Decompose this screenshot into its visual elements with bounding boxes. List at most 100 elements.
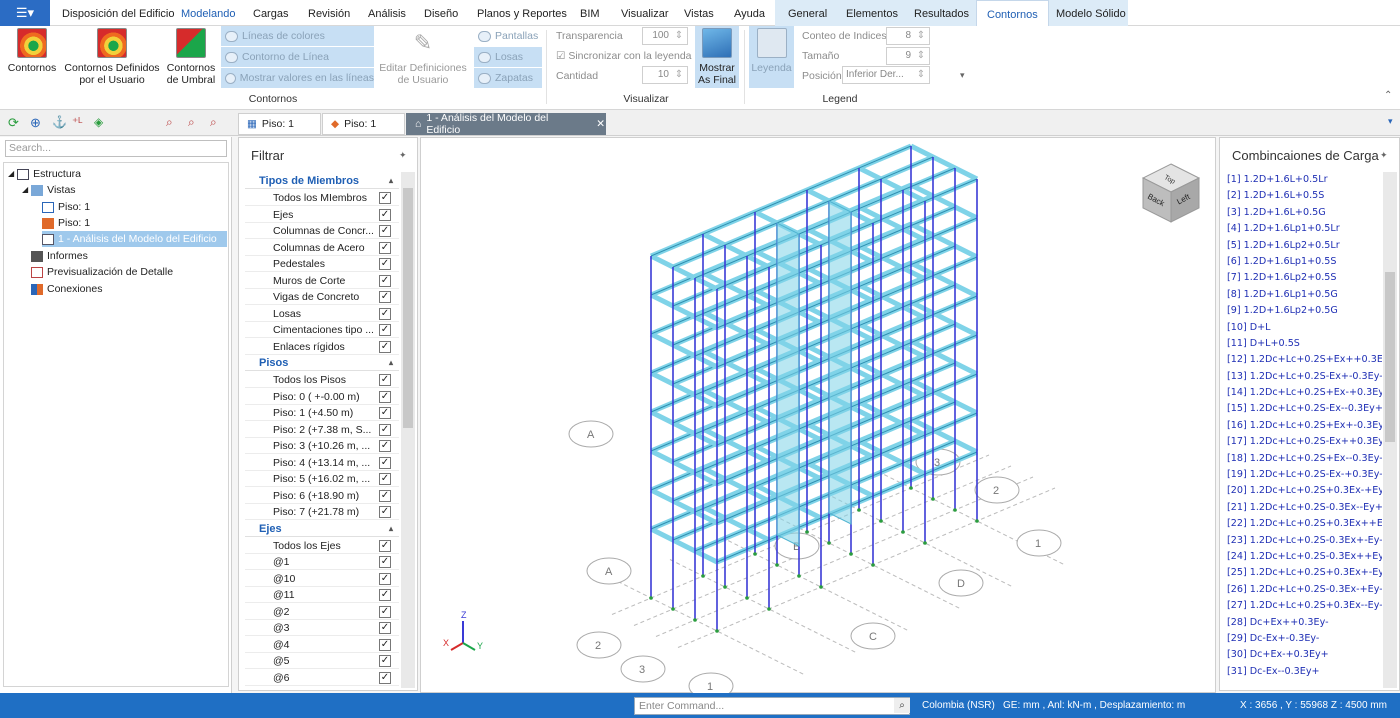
combination-item[interactable]: [25] 1.2Dc+Lc+0.2S+0.3Ex+-Ey+: [1224, 565, 1382, 581]
editar-definiciones-button[interactable]: ✎ Editar Definiciones de Usuario: [378, 28, 468, 86]
filter-checkbox[interactable]: ✓: [379, 407, 391, 419]
command-input[interactable]: Enter Command...: [634, 697, 910, 715]
combination-item[interactable]: [16] 1.2Dc+Lc+0.2S+Ex+-0.3Ey+: [1224, 418, 1382, 434]
tab-piso1-plan[interactable]: ▦ Piso: 1: [238, 113, 321, 135]
combination-item[interactable]: [5] 1.2D+1.6Lp2+0.5Lr: [1224, 238, 1382, 254]
tab-contornos[interactable]: Contornos: [976, 0, 1049, 26]
tree-node-analisis[interactable]: 1 - Análisis del Modelo del Edificio: [42, 231, 227, 247]
filter-checkbox[interactable]: ✓: [379, 291, 391, 303]
cantidad-input[interactable]: 10: [642, 66, 688, 84]
target-icon[interactable]: ◈: [94, 115, 103, 129]
combination-item[interactable]: [14] 1.2Dc+Lc+0.2S+Ex-+0.3Ey+: [1224, 385, 1382, 401]
combination-item[interactable]: [13] 1.2Dc+Lc+0.2S-Ex+-0.3Ey-: [1224, 369, 1382, 385]
filter-checkbox[interactable]: ✓: [379, 324, 391, 336]
tree-node-conexiones[interactable]: Conexiones: [31, 281, 102, 297]
filter-checkbox[interactable]: ✓: [379, 374, 391, 386]
tab-list-chevron-icon[interactable]: ▾: [1388, 116, 1393, 127]
filter-checkbox[interactable]: ✓: [379, 655, 391, 667]
combination-item[interactable]: [10] D+L: [1224, 320, 1382, 336]
combination-item[interactable]: [9] 1.2D+1.6Lp2+0.5G: [1224, 303, 1382, 319]
contorno-linea-toggle[interactable]: Contorno de Línea: [221, 47, 374, 67]
filter-checkbox[interactable]: ✓: [379, 473, 391, 485]
collapse-chevron-icon[interactable]: ▴: [389, 173, 393, 189]
combination-item[interactable]: [12] 1.2Dc+Lc+0.2S+Ex++0.3Ey-: [1224, 352, 1382, 368]
tamano-input[interactable]: 9: [886, 47, 930, 65]
filter-checkbox[interactable]: ✓: [379, 208, 391, 221]
filter-checkbox[interactable]: ✓: [379, 572, 391, 585]
tab-piso1-3d[interactable]: ◆ Piso: 1: [322, 113, 405, 135]
combination-item[interactable]: [28] Dc+Ex++0.3Ey-: [1224, 615, 1382, 631]
filter-checkbox[interactable]: ✓: [379, 456, 391, 469]
refresh-icon[interactable]: ⟳: [8, 115, 19, 131]
ribbon-expand-icon[interactable]: ▾: [960, 70, 965, 81]
tab-modelo-solido[interactable]: Modelo Sólido: [1056, 0, 1126, 26]
filter-scroll-thumb[interactable]: [403, 188, 413, 428]
combination-item[interactable]: [11] D+L+0.5S: [1224, 336, 1382, 352]
filter-checkbox[interactable]: ✓: [379, 671, 391, 684]
combination-item[interactable]: [18] 1.2Dc+Lc+0.2S+Ex--0.3Ey-: [1224, 451, 1382, 467]
tab-planos[interactable]: Planos y Reportes: [477, 0, 567, 26]
tab-resultados[interactable]: Resultados: [914, 0, 969, 26]
tab-visualizar[interactable]: Visualizar: [621, 0, 669, 26]
filter-checkbox[interactable]: ✓: [379, 506, 391, 518]
combination-item[interactable]: [4] 1.2D+1.6Lp1+0.5Lr: [1224, 221, 1382, 237]
combination-item[interactable]: [29] Dc-Ex+-0.3Ey-: [1224, 631, 1382, 647]
combination-item[interactable]: [1] 1.2D+1.6L+0.5Lr: [1224, 172, 1382, 188]
globe-icon[interactable]: ⊕: [30, 115, 41, 131]
tab-diseno[interactable]: Diseño: [424, 0, 458, 26]
combination-item[interactable]: [23] 1.2Dc+Lc+0.2S-0.3Ex+-Ey-: [1224, 533, 1382, 549]
model-viewport[interactable]: AABCD123231 Top Back Left Z X Y: [420, 137, 1216, 700]
transparencia-input[interactable]: 100: [642, 27, 688, 45]
combination-item[interactable]: [24] 1.2Dc+Lc+0.2S-0.3Ex++Ey+: [1224, 549, 1382, 565]
zapatas-toggle[interactable]: Zapatas: [474, 68, 542, 88]
combination-item[interactable]: [22] 1.2Dc+Lc+0.2S+0.3Ex++Ey-: [1224, 516, 1382, 532]
combination-item[interactable]: [6] 1.2D+1.6Lp1+0.5S: [1224, 254, 1382, 270]
combination-item[interactable]: [7] 1.2D+1.6Lp2+0.5S: [1224, 270, 1382, 286]
filter-checkbox[interactable]: ✓: [379, 539, 391, 552]
combination-item[interactable]: [31] Dc-Ex--0.3Ey+: [1224, 664, 1382, 680]
combinations-scrollbar[interactable]: [1383, 172, 1397, 688]
leyenda-button[interactable]: Leyenda: [749, 26, 794, 88]
tab-bim[interactable]: BIM: [580, 0, 600, 26]
close-icon[interactable]: ✕: [596, 118, 605, 130]
contornos-umbral-button[interactable]: Contornos de Umbral: [164, 28, 218, 86]
filter-checkbox[interactable]: ✓: [379, 638, 391, 651]
filter-checkbox[interactable]: ✓: [379, 589, 391, 601]
pantallas-toggle[interactable]: Pantallas: [474, 26, 542, 46]
combination-item[interactable]: [21] 1.2Dc+Lc+0.2S-0.3Ex--Ey+: [1224, 500, 1382, 516]
filter-checkbox[interactable]: ✓: [379, 274, 391, 287]
filter-checkbox[interactable]: ✓: [379, 390, 391, 403]
filter-checkbox[interactable]: ✓: [379, 192, 391, 204]
combination-item[interactable]: [20] 1.2Dc+Lc+0.2S+0.3Ex-+Ey+: [1224, 483, 1382, 499]
axes-icon[interactable]: ⁺ᴸ: [72, 115, 83, 129]
tab-modelando[interactable]: Modelando: [181, 0, 235, 26]
combination-item[interactable]: [19] 1.2Dc+Lc+0.2S-Ex-+0.3Ey-: [1224, 467, 1382, 483]
filter-section-eje[interactable]: Ejes ▴: [245, 521, 399, 537]
tree-node-piso1-3d[interactable]: Piso: 1: [42, 215, 90, 231]
combinations-scroll-thumb[interactable]: [1385, 272, 1395, 442]
filter-checkbox[interactable]: ✓: [379, 340, 391, 353]
zoom-in-icon[interactable]: ⌕: [166, 115, 173, 130]
combination-item[interactable]: [26] 1.2Dc+Lc+0.2S-0.3Ex-+Ey-: [1224, 582, 1382, 598]
filter-checkbox[interactable]: ✓: [379, 241, 391, 254]
tab-general[interactable]: General: [788, 0, 827, 26]
zoom-fit-icon[interactable]: ⌕: [210, 115, 217, 130]
filter-section-piso[interactable]: Pisos ▴: [245, 355, 399, 371]
mostrar-valores-toggle[interactable]: Mostrar valores en las líneas: [221, 68, 374, 88]
tree-node-vistas[interactable]: ◢ Vistas: [22, 182, 76, 198]
conteo-input[interactable]: 8: [886, 27, 930, 45]
mostrar-as-final-button[interactable]: Mostrar As Final: [695, 26, 739, 88]
filter-scrollbar[interactable]: [401, 172, 415, 688]
combination-item[interactable]: [2] 1.2D+1.6L+0.5S: [1224, 188, 1382, 204]
tab-cargas[interactable]: Cargas: [253, 0, 288, 26]
collapse-ribbon-icon[interactable]: ⌃: [1384, 90, 1392, 101]
filter-checkbox[interactable]: ✓: [379, 225, 391, 237]
tree-node-piso1-plan[interactable]: Piso: 1: [42, 199, 90, 215]
filter-checkbox[interactable]: ✓: [379, 440, 391, 452]
lineas-colores-toggle[interactable]: Líneas de colores: [221, 26, 374, 46]
combination-item[interactable]: [8] 1.2D+1.6Lp1+0.5G: [1224, 287, 1382, 303]
filter-checkbox[interactable]: ✓: [379, 556, 391, 568]
view-cube[interactable]: Top Back Left: [1141, 163, 1201, 223]
tab-revision[interactable]: Revisión: [308, 0, 350, 26]
zoom-out-icon[interactable]: ⌕: [188, 115, 195, 130]
